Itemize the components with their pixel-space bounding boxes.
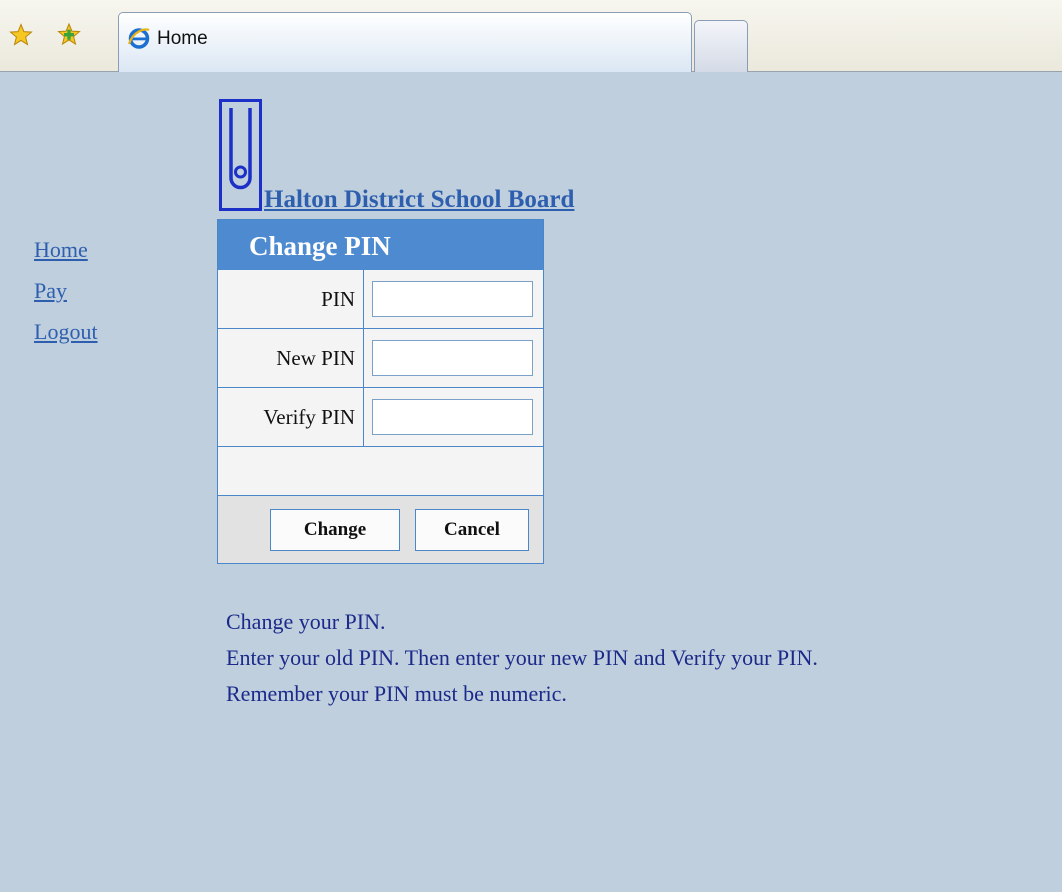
pin-input[interactable]	[372, 281, 533, 317]
verify-pin-input[interactable]	[372, 399, 533, 435]
form-title: Change PIN	[218, 220, 543, 270]
instruction-line: Remember your PIN must be numeric.	[226, 681, 567, 706]
browser-toolbar: Home	[0, 0, 1062, 72]
ie-page-icon	[127, 26, 151, 50]
form-actions: Change Cancel	[218, 496, 543, 563]
favorites-star-icon[interactable]	[8, 22, 34, 48]
school-board-link[interactable]: Halton District School Board	[264, 186, 574, 214]
cancel-button[interactable]: Cancel	[415, 508, 529, 551]
nav-link-home[interactable]: Home	[34, 229, 98, 270]
verify-pin-label: Verify PIN	[218, 388, 364, 446]
instruction-line: Change your PIN.	[226, 609, 386, 634]
browser-tab-home[interactable]: Home	[118, 12, 692, 72]
side-navigation: Home Pay Logout	[34, 229, 98, 352]
pin-label: PIN	[218, 270, 364, 328]
new-pin-input[interactable]	[372, 340, 533, 376]
instructions: Change your PIN. Enter your old PIN. The…	[226, 604, 818, 712]
tab-title: Home	[157, 28, 208, 49]
school-board-logo	[219, 99, 262, 211]
change-pin-form: Change PIN PIN New PIN Verify PIN Change…	[217, 219, 544, 564]
change-button[interactable]: Change	[270, 508, 400, 551]
verify-pin-row: Verify PIN	[218, 388, 543, 447]
new-pin-label: New PIN	[218, 329, 364, 387]
nav-link-logout[interactable]: Logout	[34, 311, 98, 352]
new-pin-row: New PIN	[218, 329, 543, 388]
pin-row: PIN	[218, 270, 543, 329]
nav-link-pay[interactable]: Pay	[34, 270, 98, 311]
new-tab-button[interactable]	[694, 20, 748, 72]
add-favorites-icon[interactable]	[56, 22, 82, 48]
form-message-row	[218, 447, 543, 496]
instruction-line: Enter your old PIN. Then enter your new …	[226, 645, 818, 670]
